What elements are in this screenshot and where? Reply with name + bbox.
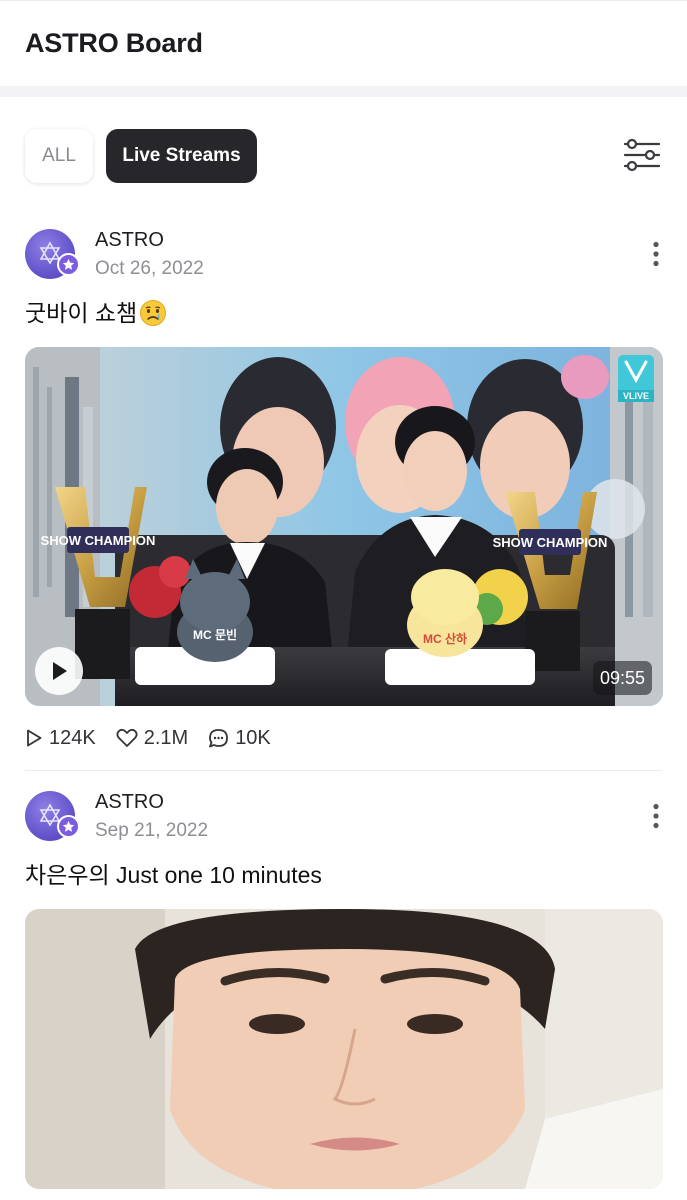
page-title: ASTRO Board <box>25 28 203 58</box>
comments-count: 10K <box>235 726 271 749</box>
heart-icon <box>116 728 138 747</box>
post-card[interactable]: ASTRO Oct 26, 2022 굿바이 쇼챔 SHOW CHAMPION … <box>0 215 687 771</box>
post-text: 차은우의 Just one 10 minutes <box>25 862 322 888</box>
vlive-logo-icon: VLIVE <box>618 355 654 402</box>
post-author[interactable]: ASTRO <box>95 229 164 252</box>
post-text-row[interactable]: 차은우의 Just one 10 minutes <box>25 851 662 909</box>
video-duration: 09:55 <box>592 661 652 695</box>
comment-icon <box>209 728 229 747</box>
crying-face-emoji-icon <box>140 300 167 326</box>
filter-chip-all[interactable]: ALL <box>25 129 93 183</box>
views-stat: 124K <box>25 727 96 750</box>
post-text-row[interactable]: 굿바이 쇼챔 <box>25 289 662 347</box>
app-header: ASTRO Board <box>0 0 687 86</box>
post-date: Oct 26, 2022 <box>95 258 204 279</box>
post-video-thumbnail[interactable] <box>25 909 663 1189</box>
more-vertical-icon[interactable] <box>652 803 660 829</box>
post-text: 굿바이 쇼챔 <box>25 300 138 326</box>
video-thumbnail-image: SHOW CHAMPION SHOW CHAMPION MC 문빈 MC 산하 <box>25 347 663 706</box>
post-header: ASTRO Oct 26, 2022 <box>25 215 662 289</box>
play-outline-icon <box>27 729 42 747</box>
post-video-thumbnail[interactable]: SHOW CHAMPION SHOW CHAMPION MC 문빈 MC 산하 <box>25 347 663 706</box>
filter-chip-live-streams[interactable]: Live Streams <box>106 129 257 183</box>
post-card[interactable]: ASTRO Sep 21, 2022 차은우의 Just one 10 minu… <box>0 777 687 1189</box>
cake-label-right: MC 산하 <box>423 631 467 646</box>
filter-bar: ALL Live Streams <box>0 97 687 215</box>
likes-stat[interactable]: 2.1M <box>116 727 188 750</box>
play-button[interactable] <box>35 647 83 695</box>
cake-label-left: MC 문빈 <box>193 627 237 642</box>
star-badge-icon <box>57 815 80 838</box>
vlive-badge: VLIVE <box>623 391 649 401</box>
post-date: Sep 21, 2022 <box>95 820 209 841</box>
trophy-label-right: SHOW CHAMPION <box>493 535 608 550</box>
views-count: 124K <box>49 726 96 749</box>
trophy-label-left: SHOW CHAMPION <box>41 533 156 548</box>
post-divider <box>25 770 662 771</box>
post-stats: 124K 2.1M 10K <box>25 706 662 770</box>
post-header: ASTRO Sep 21, 2022 <box>25 777 662 851</box>
star-badge-icon <box>57 253 80 276</box>
video-thumbnail-image <box>25 909 663 1189</box>
sliders-icon[interactable] <box>622 135 662 175</box>
post-author[interactable]: ASTRO <box>95 791 164 814</box>
more-vertical-icon[interactable] <box>652 241 660 267</box>
play-icon <box>53 662 67 680</box>
comments-stat[interactable]: 10K <box>208 727 271 750</box>
header-divider <box>0 86 687 97</box>
likes-count: 2.1M <box>143 726 189 749</box>
